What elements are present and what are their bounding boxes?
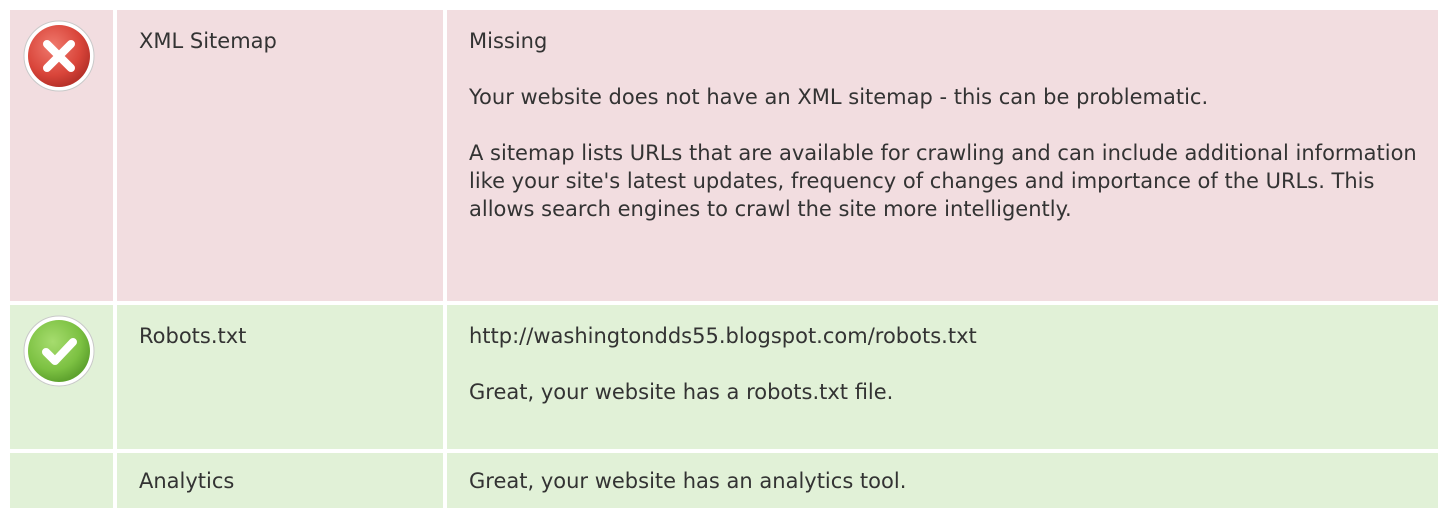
robots-url-text: http://washingtondds55.blogspot.com/robo… xyxy=(469,324,977,348)
check-name: Robots.txt xyxy=(117,305,443,449)
check-result: Great, your website has an analytics too… xyxy=(447,453,1438,508)
check-summary-text: Great, your website has a robots.txt fil… xyxy=(469,380,894,404)
status-cell xyxy=(10,453,113,508)
check-status-text: Missing xyxy=(469,29,548,53)
seo-report-table: XML Sitemap Missing Your website does no… xyxy=(10,10,1438,508)
success-check-icon xyxy=(23,315,95,387)
check-summary-text: Great, your website has an analytics too… xyxy=(469,469,907,493)
check-result: http://washingtondds55.blogspot.com/robo… xyxy=(447,305,1438,449)
check-name: Analytics xyxy=(117,453,443,508)
check-summary-text: Your website does not have an XML sitema… xyxy=(469,85,1209,109)
status-cell xyxy=(10,305,113,449)
error-x-icon xyxy=(23,20,95,92)
check-description-text: A sitemap lists URLs that are available … xyxy=(469,141,1417,221)
status-cell xyxy=(10,10,113,301)
check-result: Missing Your website does not have an XM… xyxy=(447,10,1438,301)
check-name: XML Sitemap xyxy=(117,10,443,301)
